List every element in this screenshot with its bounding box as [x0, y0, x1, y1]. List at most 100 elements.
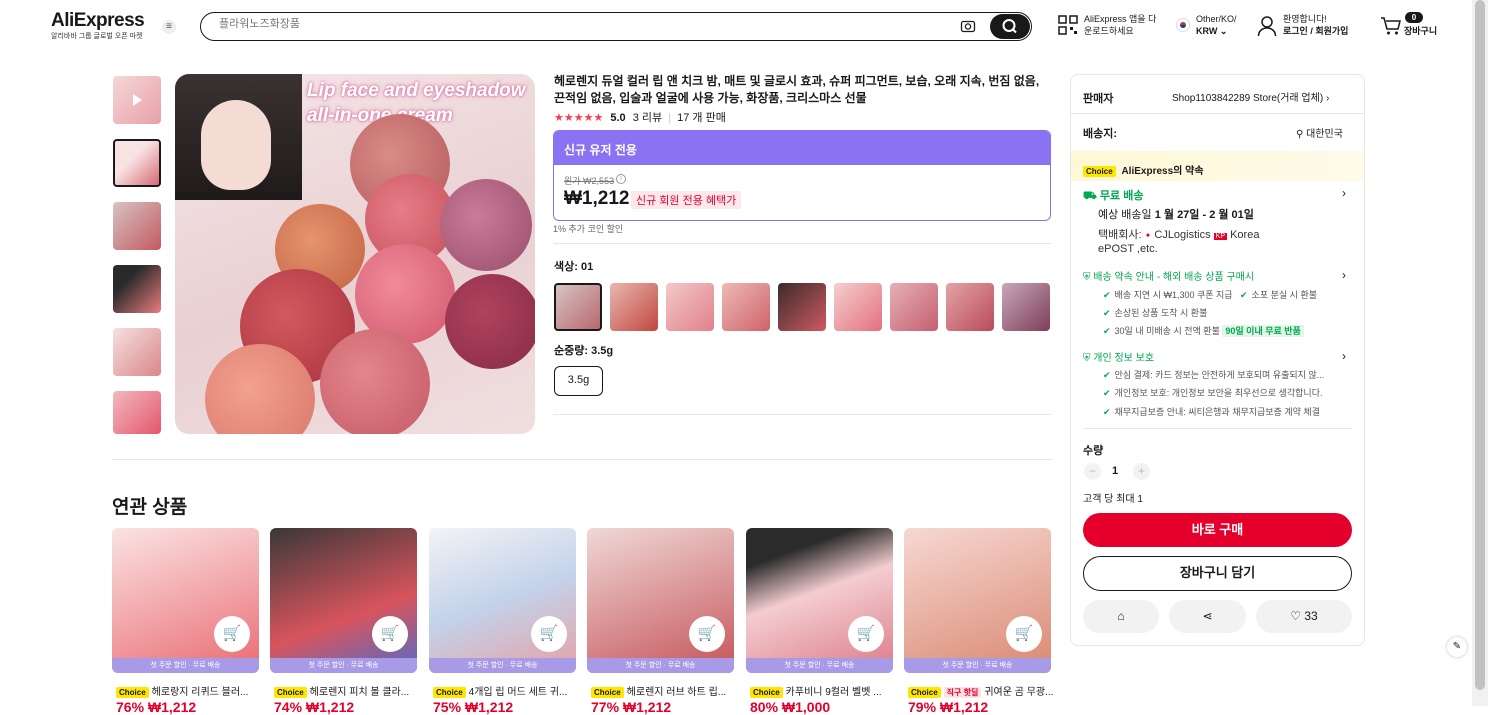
related-product-card[interactable]: 첫 주문 할인 · 무료 배송 🛒 [904, 528, 1051, 673]
related-product-title[interactable]: Choice 헤로렌지 러브 하트 립... [591, 683, 738, 698]
review-count[interactable]: 3 리뷰 [633, 112, 662, 124]
color-swatch-01[interactable] [554, 283, 602, 331]
seller-label: 판매자 [1083, 93, 1114, 105]
gallery-thumb-video[interactable] [113, 76, 161, 124]
related-product-card[interactable]: 첫 주문 할인 · 무료 배송 🛒 [746, 528, 893, 673]
promo-band: 첫 주문 할인 · 무료 배송 [587, 658, 734, 673]
menu-icon[interactable]: ≡ [162, 20, 176, 34]
choice-badge: Choice [1083, 166, 1116, 177]
related-product-title[interactable]: Choice 헤로렌지 피치 볼 클라... [274, 683, 421, 698]
related-product-card[interactable]: 첫 주문 할인 · 무료 배송 🛒 [270, 528, 417, 673]
divider [553, 414, 1051, 415]
related-title-text: 4개입 립 머드 세트 귀... [468, 687, 568, 698]
info-icon[interactable]: i [616, 174, 626, 184]
color-label: 색상: 01 [554, 261, 594, 273]
add-cart-icon[interactable]: 🛒 [689, 616, 725, 652]
chevron-right-icon[interactable]: › [1342, 186, 1346, 200]
account-menu[interactable]: 환영합니다! 로그인 / 회원가입 [1283, 13, 1348, 37]
sold-count: 17 개 판매 [677, 112, 726, 124]
check-icon: ✔ [1103, 370, 1111, 380]
buy-now-button[interactable]: 바로 구매 [1083, 513, 1352, 547]
wishlist-button[interactable]: ♡ 33 [1256, 600, 1352, 633]
seller-store-link[interactable]: Shop1103842289 Store(거래 업체) › [1172, 89, 1329, 104]
guarantee-row[interactable]: ⛨ 배송 약속 안내 - 해외 배송 상품 구매시 [1083, 268, 1254, 283]
wishlist-count: 33 [1304, 609, 1318, 623]
gallery-thumb[interactable] [113, 265, 161, 313]
gallery-thumb[interactable] [113, 328, 161, 376]
aliexpress-logo[interactable]: AliExpress [51, 10, 145, 32]
related-product-card[interactable]: 첫 주문 할인 · 무료 배송 🛒 [587, 528, 734, 673]
promo-band: 첫 주문 할인 · 무료 배송 [270, 658, 417, 673]
ship-to-country: 대한민국 [1306, 129, 1343, 140]
related-title-text: 헤로랑지 리퀴드 블러... [151, 687, 249, 698]
check-icon: ✔ [1103, 388, 1111, 398]
gallery-thumb[interactable] [113, 202, 161, 250]
free-shipping-row[interactable]: ⛟ 무료 배송 [1083, 187, 1143, 204]
qr-code-icon[interactable] [1058, 15, 1078, 35]
privacy-row[interactable]: ⛨ 개인 정보 보호 [1083, 349, 1154, 364]
related-product-title[interactable]: Choice 4개입 립 머드 세트 귀... [433, 683, 580, 698]
main-product-image[interactable]: Lip face and eyeshadow all-in-one cream [175, 74, 535, 434]
welcome-text: 환영합니다! [1283, 14, 1327, 24]
related-product-title[interactable]: Choice 카푸비니 9컬러 벨벳 ... [750, 683, 897, 698]
cart-label[interactable]: 장바구니 [1404, 25, 1437, 37]
ship-to-label: 배송지: [1083, 128, 1118, 140]
quantity-plus-button[interactable]: + [1133, 463, 1150, 480]
cart-icon[interactable] [1380, 16, 1402, 36]
gallery-thumb-selected[interactable] [113, 139, 161, 187]
search-input[interactable] [219, 18, 919, 30]
color-swatch[interactable] [834, 283, 882, 331]
related-product-title[interactable]: Choice 직구 핫딜 귀여운 곰 무광... [908, 683, 1055, 698]
weight-option[interactable]: 3.5g [554, 366, 603, 396]
choice-badge: Choice [591, 687, 624, 698]
balm-pot [440, 179, 532, 271]
related-product-card[interactable]: 첫 주문 할인 · 무료 배송 🛒 [429, 528, 576, 673]
add-to-cart-button[interactable]: 장바구니 담기 [1083, 556, 1352, 591]
color-swatch[interactable] [722, 283, 770, 331]
seller-name: Shop1103842289 Store(거래 업체) [1172, 93, 1324, 104]
color-swatch[interactable] [946, 283, 994, 331]
quantity-value[interactable]: 1 [1112, 465, 1118, 477]
header: AliExpress 알리바바 그룹 글로벌 오픈 마켓 ≡ AliExpres… [0, 0, 1472, 52]
price-tag-badge: 신규 회원 전용 혜택가 [631, 191, 742, 209]
login-signup-link[interactable]: 로그인 / 회원가입 [1283, 25, 1348, 37]
region-selector[interactable]: Other/KO/ KRW ⌄ [1196, 13, 1237, 37]
chevron-right-icon[interactable]: › [1342, 349, 1346, 363]
delivery-dates: 1 월 27일 - 2 월 01일 [1154, 209, 1254, 221]
camera-search-icon[interactable] [960, 18, 976, 34]
choice-badge: Choice [433, 687, 466, 698]
add-cart-icon[interactable]: 🛒 [1006, 616, 1042, 652]
quantity-minus-button[interactable]: − [1084, 463, 1101, 480]
related-product-title[interactable]: Choice 헤로랑지 리퀴드 블러... [116, 683, 263, 698]
promo-band: 첫 주문 할인 · 무료 배송 [746, 658, 893, 673]
color-swatch[interactable] [1002, 283, 1050, 331]
rating-row[interactable]: ★★★★★ 5.0 3 리뷰 | 17 개 판매 [554, 109, 726, 125]
product-title: 헤로렌지 듀얼 컬러 립 앤 치크 밤, 매트 및 글로시 효과, 슈퍼 피그먼… [554, 74, 1040, 105]
add-cart-icon[interactable]: 🛒 [372, 616, 408, 652]
add-cart-icon[interactable]: 🛒 [214, 616, 250, 652]
promo-band: 첫 주문 할인 · 무료 배송 [429, 658, 576, 673]
check-icon: ✔ [1240, 290, 1248, 300]
privacy-item: 안심 결제: 카드 정보는 안전하게 보호되며 유출되지 않... [1114, 370, 1325, 380]
related-product-card[interactable]: 첫 주문 할인 · 무료 배송 🛒 [112, 528, 259, 673]
add-cart-icon[interactable]: 🛒 [531, 616, 567, 652]
chevron-right-icon[interactable]: › [1342, 268, 1346, 282]
user-icon[interactable] [1257, 15, 1277, 37]
ship-to-selector[interactable]: ⚲ 대한민국 [1296, 125, 1343, 140]
check-icon: ✔ [1103, 290, 1111, 300]
color-swatch[interactable] [610, 283, 658, 331]
related-product-price: 76% ₩1,212 [116, 699, 197, 715]
color-swatch[interactable] [778, 283, 826, 331]
scrollbar-thumb[interactable] [1475, 0, 1485, 690]
promo-band: 첫 주문 할인 · 무료 배송 [112, 658, 259, 673]
color-swatch[interactable] [666, 283, 714, 331]
add-cart-icon[interactable]: 🛒 [848, 616, 884, 652]
gallery-thumb[interactable] [113, 391, 161, 434]
store-button[interactable]: ⌂ [1083, 600, 1159, 633]
heart-icon: ♡ [1290, 609, 1302, 623]
color-swatch[interactable] [890, 283, 938, 331]
feedback-edit-icon[interactable]: ✎ [1447, 637, 1467, 657]
share-button[interactable]: ⋖ [1169, 600, 1246, 633]
app-download-link[interactable]: AliExpress 앱을 다 운로드하세요 [1084, 13, 1156, 37]
search-button[interactable] [990, 14, 1030, 39]
